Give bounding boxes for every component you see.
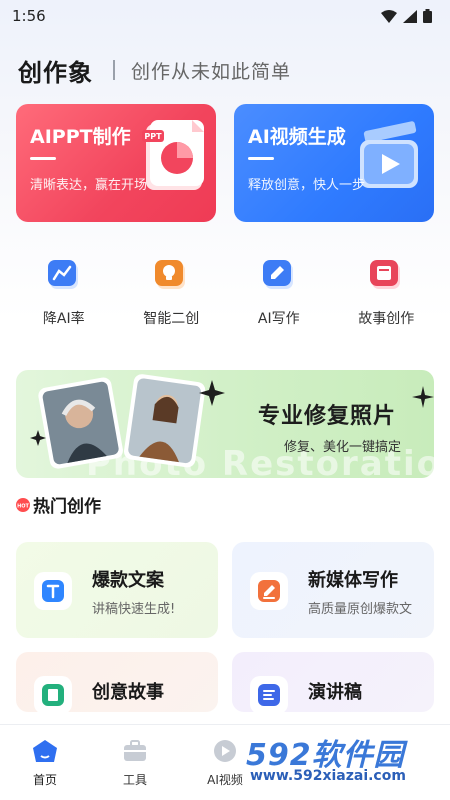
quick-action-reduce-ai[interactable]: 降AI率 bbox=[19, 254, 109, 334]
chart-icon bbox=[43, 254, 85, 296]
photo-thumbnails bbox=[30, 374, 225, 469]
ai-video-card[interactable]: AI视频生成 释放创意，快人一步 bbox=[234, 104, 434, 222]
header-divider bbox=[113, 60, 115, 80]
site-watermark-logo: 592软件园 www.592xiazai.com bbox=[246, 730, 450, 790]
status-bar: 1:56 bbox=[0, 0, 450, 32]
aippt-card-underline bbox=[30, 157, 56, 160]
quick-actions: 降AI率 智能二创 AI写作 故事创作 bbox=[0, 254, 450, 334]
quick-action-label: 故事创作 bbox=[358, 311, 415, 327]
quick-action-label: 智能二创 bbox=[143, 311, 200, 327]
feature-card-title: 爆款文案 bbox=[92, 570, 164, 591]
home-icon bbox=[33, 740, 57, 762]
quick-action-story[interactable]: 故事创作 bbox=[341, 254, 431, 334]
feature-card-speech[interactable]: 演讲稿 bbox=[232, 652, 434, 712]
ai-video-card-underline bbox=[248, 157, 274, 160]
toolbox-icon bbox=[124, 740, 146, 761]
status-icons bbox=[381, 9, 432, 23]
tab-label: 工具 bbox=[122, 773, 147, 787]
wifi-icon bbox=[381, 9, 397, 23]
quick-action-ai-writing[interactable]: AI写作 bbox=[234, 254, 324, 334]
status-time: 1:56 bbox=[12, 7, 46, 25]
sparkle-icon bbox=[412, 386, 434, 408]
book-icon bbox=[365, 254, 407, 296]
battery-icon bbox=[423, 9, 432, 23]
tab-label: AI视频 bbox=[207, 773, 243, 787]
feature-card-creative-story[interactable]: 创意故事 bbox=[16, 652, 218, 712]
tab-home[interactable]: 首页 bbox=[0, 739, 90, 800]
aippt-card-title: AIPPT制作 bbox=[30, 126, 131, 148]
signal-icon bbox=[403, 9, 417, 23]
feature-card-title: 演讲稿 bbox=[308, 682, 362, 703]
tab-tools[interactable]: 工具 bbox=[90, 739, 180, 800]
feature-card-new-media[interactable]: 新媒体写作 高质量原创爆款文 bbox=[232, 542, 434, 638]
banner-title: 专业修复照片 bbox=[258, 404, 397, 429]
bulb-icon bbox=[150, 254, 192, 296]
feature-card-desc: 讲稿快速生成! bbox=[92, 602, 176, 617]
quick-action-label: AI写作 bbox=[257, 311, 300, 327]
feature-card-title: 新媒体写作 bbox=[308, 570, 398, 591]
section-title: 热门创作 bbox=[33, 497, 101, 517]
aippt-card[interactable]: AIPPT制作 清晰表达，赢在开场 PPT bbox=[16, 104, 216, 222]
quick-action-smart-remix[interactable]: 智能二创 bbox=[126, 254, 216, 334]
speech-icon bbox=[250, 676, 288, 712]
page-header: 创作象 创作从未如此简单 bbox=[18, 52, 291, 88]
app-title: 创作象 bbox=[18, 58, 93, 87]
svg-text:HOT: HOT bbox=[17, 503, 29, 509]
text-icon bbox=[34, 572, 72, 610]
ai-video-card-subtitle: 释放创意，快人一步 bbox=[248, 178, 366, 193]
play-circle-icon bbox=[214, 740, 236, 762]
watermark-url: www.592xiazai.com bbox=[250, 768, 406, 784]
quick-action-label: 降AI率 bbox=[42, 311, 85, 327]
app-slogan: 创作从未如此简单 bbox=[131, 60, 292, 83]
hot-section-header: HOT 热门创作 bbox=[16, 492, 101, 517]
story-icon bbox=[34, 676, 72, 712]
edit-icon bbox=[250, 572, 288, 610]
tab-label: 首页 bbox=[32, 773, 57, 787]
aippt-card-subtitle: 清晰表达，赢在开场 bbox=[30, 178, 148, 193]
banner-subtitle: 修复、美化一键搞定 bbox=[284, 440, 402, 455]
pen-icon bbox=[258, 254, 300, 296]
hot-badge-icon: HOT bbox=[16, 497, 30, 512]
photo-restoration-banner[interactable]: Photo Restoration 专业修复照片 修复、美化一键搞定 bbox=[16, 370, 434, 478]
feature-card-viral-copy[interactable]: 爆款文案 讲稿快速生成! bbox=[16, 542, 218, 638]
feature-card-title: 创意故事 bbox=[92, 682, 164, 703]
feature-card-desc: 高质量原创爆款文 bbox=[308, 602, 413, 617]
ai-video-card-title: AI视频生成 bbox=[248, 126, 346, 148]
